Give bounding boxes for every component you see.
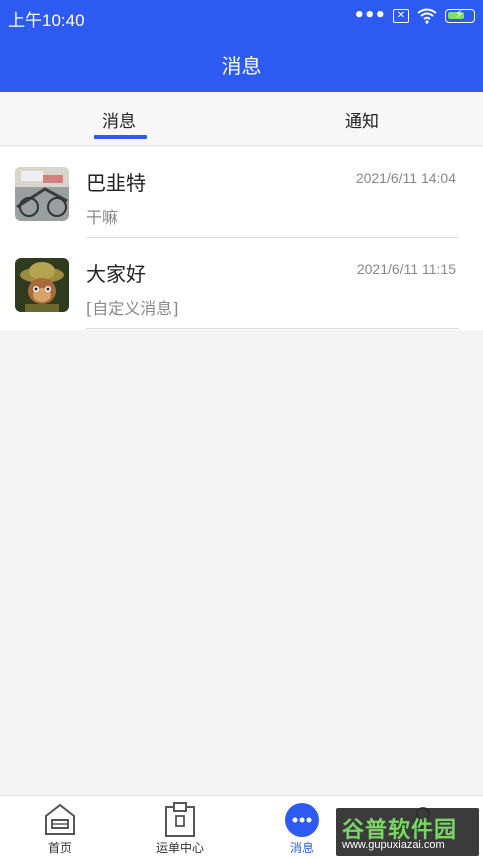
- conversation-preview: [自定义消息]: [86, 299, 179, 318]
- nav-home[interactable]: 首页: [10, 796, 110, 860]
- conversation-time: 2021/6/11 14:04: [355, 170, 456, 186]
- active-tab-indicator: [94, 135, 147, 139]
- conversation-list: 巴韭特 2021/6/11 14:04 干嘛 大家好 2021/6/11 11:…: [0, 147, 483, 330]
- divider: [86, 328, 459, 329]
- status-bar: 上午10:40 ••• ✕ ⚡: [0, 0, 483, 32]
- conversation-name: 巴韭特: [86, 171, 146, 195]
- status-time: 上午10:40: [8, 11, 85, 30]
- nav-waybill-center[interactable]: 运单中心: [130, 796, 230, 860]
- conversation-item[interactable]: 大家好 2021/6/11 11:15 [自定义消息]: [0, 238, 483, 329]
- conversation-name: 大家好: [86, 262, 146, 286]
- home-icon: [45, 803, 75, 835]
- battery-icon: ⚡: [445, 7, 475, 23]
- avatar: [15, 167, 69, 221]
- nav-home-label: 首页: [47, 841, 72, 855]
- page-title: 消息: [221, 54, 262, 78]
- status-icons: ••• ✕ ⚡: [353, 6, 475, 26]
- conversation-preview: 干嘛: [86, 208, 119, 227]
- nav-waybill-label: 运单中心: [155, 841, 204, 855]
- tab-notifications[interactable]: 通知: [345, 107, 379, 132]
- chat-bubble-icon: [285, 803, 319, 837]
- tab-bar: 消息 通知: [0, 92, 483, 146]
- more-dots-icon: •••: [353, 5, 386, 26]
- wifi-icon: [417, 8, 437, 24]
- no-sim-icon: ✕: [393, 9, 409, 23]
- conversation-time: 2021/6/11 11:15: [356, 261, 456, 277]
- watermark: 谷普软件园 www.gupuxiazai.com: [336, 808, 479, 856]
- avatar: [15, 258, 69, 312]
- tab-messages[interactable]: 消息: [102, 107, 136, 132]
- conversation-item[interactable]: 巴韭特 2021/6/11 14:04 干嘛: [0, 147, 483, 238]
- watermark-url: www.gupuxiazai.com: [342, 839, 445, 851]
- clipboard-icon: [165, 802, 195, 837]
- app-header: 上午10:40 ••• ✕ ⚡ 消息: [0, 0, 483, 92]
